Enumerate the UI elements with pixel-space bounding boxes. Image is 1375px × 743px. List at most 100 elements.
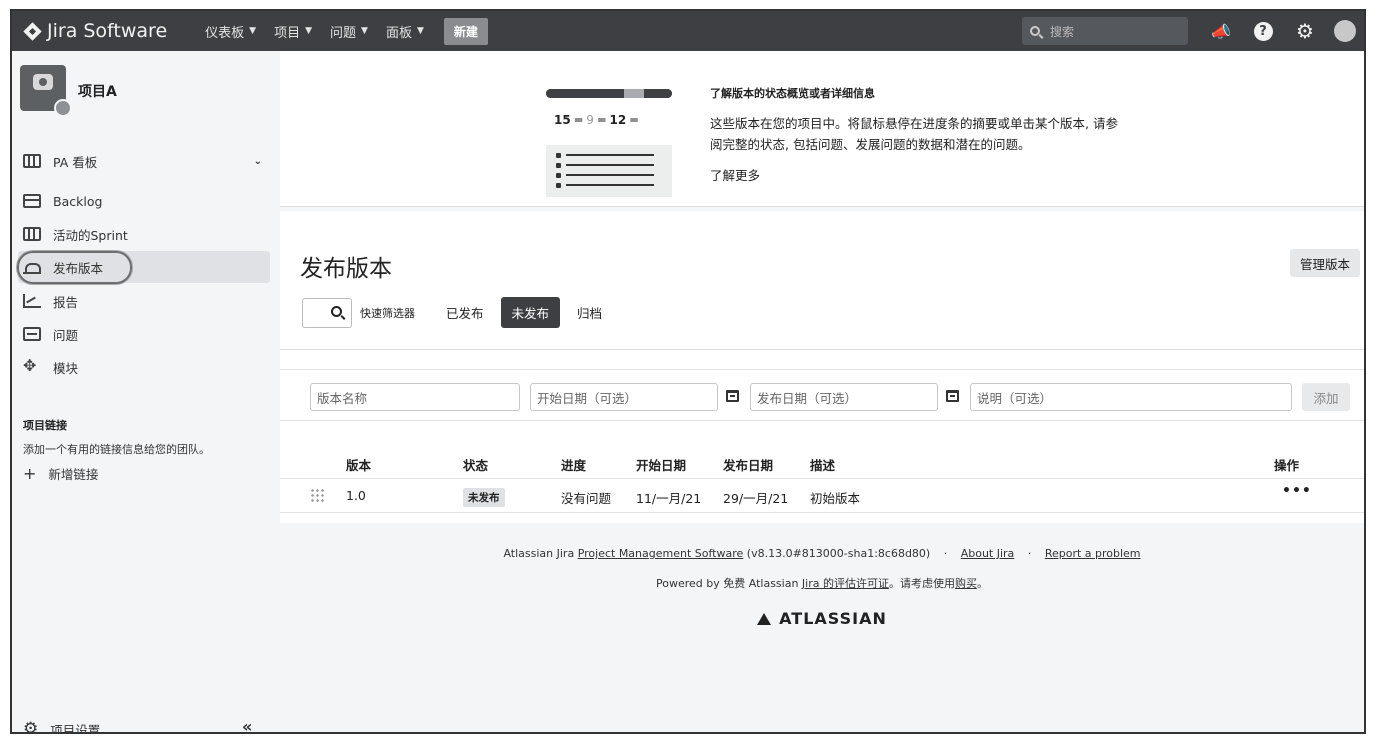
sidebar-item-active-sprint[interactable]: 活动的Sprint bbox=[18, 218, 270, 250]
progress-in-progress bbox=[624, 89, 645, 98]
info-banner: 15 ═ 9 ═ 12 ═ 了解版本的状态概览或者详细信息 这些版本在您的项目中… bbox=[280, 51, 1364, 207]
description-cell: 初始版本 bbox=[810, 491, 861, 506]
project-avatar[interactable] bbox=[20, 65, 72, 117]
chevron-down-icon[interactable]: ⌄ bbox=[254, 156, 262, 167]
add-link-button[interactable]: + 新增链接 bbox=[23, 464, 98, 483]
purchase-link[interactable]: 购买 bbox=[955, 577, 977, 590]
banner-text: 了解版本的状态概览或者详细信息 这些版本在您的项目中。将鼠标悬停在进度条的摘要或… bbox=[710, 85, 1130, 184]
add-version-form: 版本名称 开始日期（可选） 发布日期（可选） 说明（可选） 添加 bbox=[280, 369, 1364, 421]
megaphone-icon[interactable]: 📣 bbox=[1210, 20, 1232, 42]
start-date-input[interactable]: 开始日期（可选） bbox=[530, 383, 718, 411]
page-title: 发布版本 bbox=[300, 256, 392, 282]
table-row[interactable]: 1.0 未发布 没有问题 11/一月/21 29/一月/21 初始版本 ••• bbox=[280, 479, 1364, 513]
user-avatar[interactable] bbox=[1334, 20, 1356, 42]
description-input[interactable]: 说明（可选） bbox=[970, 383, 1292, 411]
atlassian-logo[interactable]: ATLASSIAN bbox=[280, 609, 1364, 628]
sidebar-item-board[interactable]: PA 看板 ⌄ bbox=[18, 145, 270, 177]
column-header-release-date[interactable]: 发布日期 bbox=[723, 455, 773, 474]
release-date-cell: 29/一月/21 bbox=[723, 491, 789, 506]
sidebar-item-backlog[interactable]: Backlog bbox=[18, 185, 270, 217]
line-shape bbox=[566, 174, 654, 176]
module-icon bbox=[23, 356, 41, 375]
version-cell[interactable]: 1.0 bbox=[346, 488, 366, 503]
tab-archived[interactable]: 归档 bbox=[566, 297, 613, 328]
menu-label: 问题 bbox=[330, 25, 357, 41]
board-icon bbox=[23, 154, 41, 168]
pms-link[interactable]: Project Management Software bbox=[578, 547, 744, 560]
add-button[interactable]: 添加 bbox=[1302, 383, 1350, 411]
main-content: 15 ═ 9 ═ 12 ═ 了解版本的状态概览或者详细信息 这些版本在您的项目中… bbox=[280, 51, 1364, 732]
bullet-icon bbox=[556, 173, 561, 178]
footer: Atlassian Jira Project Management Softwa… bbox=[280, 547, 1364, 628]
separator: · bbox=[943, 547, 948, 560]
search-input[interactable]: 搜索 bbox=[1022, 17, 1188, 45]
sidebar-item-label: 问题 bbox=[53, 327, 79, 343]
count-done: 15 bbox=[554, 113, 571, 127]
search-icon bbox=[331, 305, 342, 317]
column-header-description: 描述 bbox=[810, 458, 836, 473]
column-header-version[interactable]: 版本 bbox=[346, 455, 371, 474]
bullet-icon bbox=[556, 183, 561, 188]
project-name[interactable]: 项目A bbox=[78, 81, 117, 101]
start-date-cell: 11/一月/21 bbox=[636, 491, 702, 506]
help-icon: ? bbox=[1253, 21, 1273, 41]
bullet-icon bbox=[556, 153, 561, 158]
manage-versions-button[interactable]: 管理版本 bbox=[1289, 249, 1360, 277]
sidebar-item-label: PA 看板 bbox=[53, 154, 98, 170]
app-window: Jira Software 仪表板 ▼ 项目 ▼ 问题 ▼ 面板 ▼ 新建 搜索 📣 ?… bbox=[10, 9, 1366, 734]
drag-handle-icon[interactable] bbox=[310, 488, 324, 502]
license-link[interactable]: Jira 的评估许可证 bbox=[802, 577, 889, 590]
chevron-down-icon: ▼ bbox=[305, 26, 313, 36]
menu-dashboards[interactable]: 仪表板 ▼ bbox=[205, 22, 256, 41]
line-shape bbox=[566, 184, 654, 186]
releases-panel: 发布版本 管理版本 快速筛选器 已发布 未发布 归档 版本名称 开始日期（可选）… bbox=[280, 211, 1364, 523]
progress-bar bbox=[546, 89, 672, 98]
tab-unreleased[interactable]: 未发布 bbox=[500, 297, 561, 328]
gear-icon[interactable]: ⚙ bbox=[1294, 19, 1316, 43]
avatar-icon bbox=[1334, 20, 1356, 42]
sprint-icon bbox=[23, 227, 41, 241]
jira-logo-icon bbox=[23, 21, 42, 41]
backlog-icon bbox=[23, 194, 41, 208]
gear-icon: ⚙ bbox=[23, 719, 39, 734]
sidebar-item-issues[interactable]: 问题 bbox=[18, 318, 270, 350]
about-jira-link[interactable]: About Jira bbox=[961, 547, 1015, 560]
progress-done bbox=[546, 89, 625, 98]
quick-filter-label: 快速筛选器 bbox=[360, 306, 415, 320]
project-settings-label: 项目设置 bbox=[50, 722, 101, 734]
atlassian-logo-icon bbox=[757, 612, 772, 625]
atlassian-wordmark: ATLASSIAN bbox=[779, 609, 887, 628]
progress-todo bbox=[644, 89, 672, 98]
menu-boards[interactable]: 面板 ▼ bbox=[386, 22, 424, 41]
project-links-desc: 添加一个有用的链接信息给您的团队。 bbox=[23, 443, 210, 456]
jira-logo[interactable]: Jira Software bbox=[23, 20, 167, 42]
collapse-sidebar-icon[interactable]: « bbox=[242, 717, 252, 732]
column-header-start-date[interactable]: 开始日期 bbox=[636, 455, 686, 474]
help-button[interactable]: ? bbox=[1252, 20, 1274, 42]
calendar-icon[interactable] bbox=[946, 390, 959, 402]
release-date-input[interactable]: 发布日期（可选） bbox=[750, 383, 938, 411]
filter-search-input[interactable] bbox=[302, 297, 352, 328]
camera-icon bbox=[33, 74, 53, 90]
create-button[interactable]: 新建 bbox=[443, 17, 488, 45]
sidebar-item-reports[interactable]: 报告 bbox=[18, 285, 270, 317]
line-shape bbox=[566, 164, 654, 166]
learn-more-link[interactable]: 了解更多 bbox=[710, 165, 1130, 184]
tab-released[interactable]: 已发布 bbox=[435, 297, 495, 328]
menu-projects[interactable]: 项目 ▼ bbox=[274, 22, 312, 41]
report-problem-link[interactable]: Report a problem bbox=[1045, 547, 1141, 560]
menu-label: 仪表板 bbox=[205, 25, 245, 41]
release-illustration: 15 ═ 9 ═ 12 ═ bbox=[546, 89, 674, 199]
menu-issues[interactable]: 问题 ▼ bbox=[330, 22, 368, 41]
column-header-status: 状态 bbox=[463, 458, 489, 473]
banner-title: 了解版本的状态概览或者详细信息 bbox=[710, 87, 875, 100]
version-name-input[interactable]: 版本名称 bbox=[310, 383, 520, 411]
project-settings-link[interactable]: ⚙ 项目设置 bbox=[23, 719, 101, 734]
sidebar-item-components[interactable]: 模块 bbox=[18, 351, 270, 383]
sidebar-item-label: 模块 bbox=[53, 360, 79, 376]
more-actions-icon[interactable]: ••• bbox=[1282, 483, 1312, 499]
checklist-illustration bbox=[546, 145, 672, 197]
powered-mid: 。请考虑使用 bbox=[888, 577, 955, 590]
calendar-icon[interactable] bbox=[726, 390, 739, 402]
line-shape bbox=[566, 154, 654, 156]
